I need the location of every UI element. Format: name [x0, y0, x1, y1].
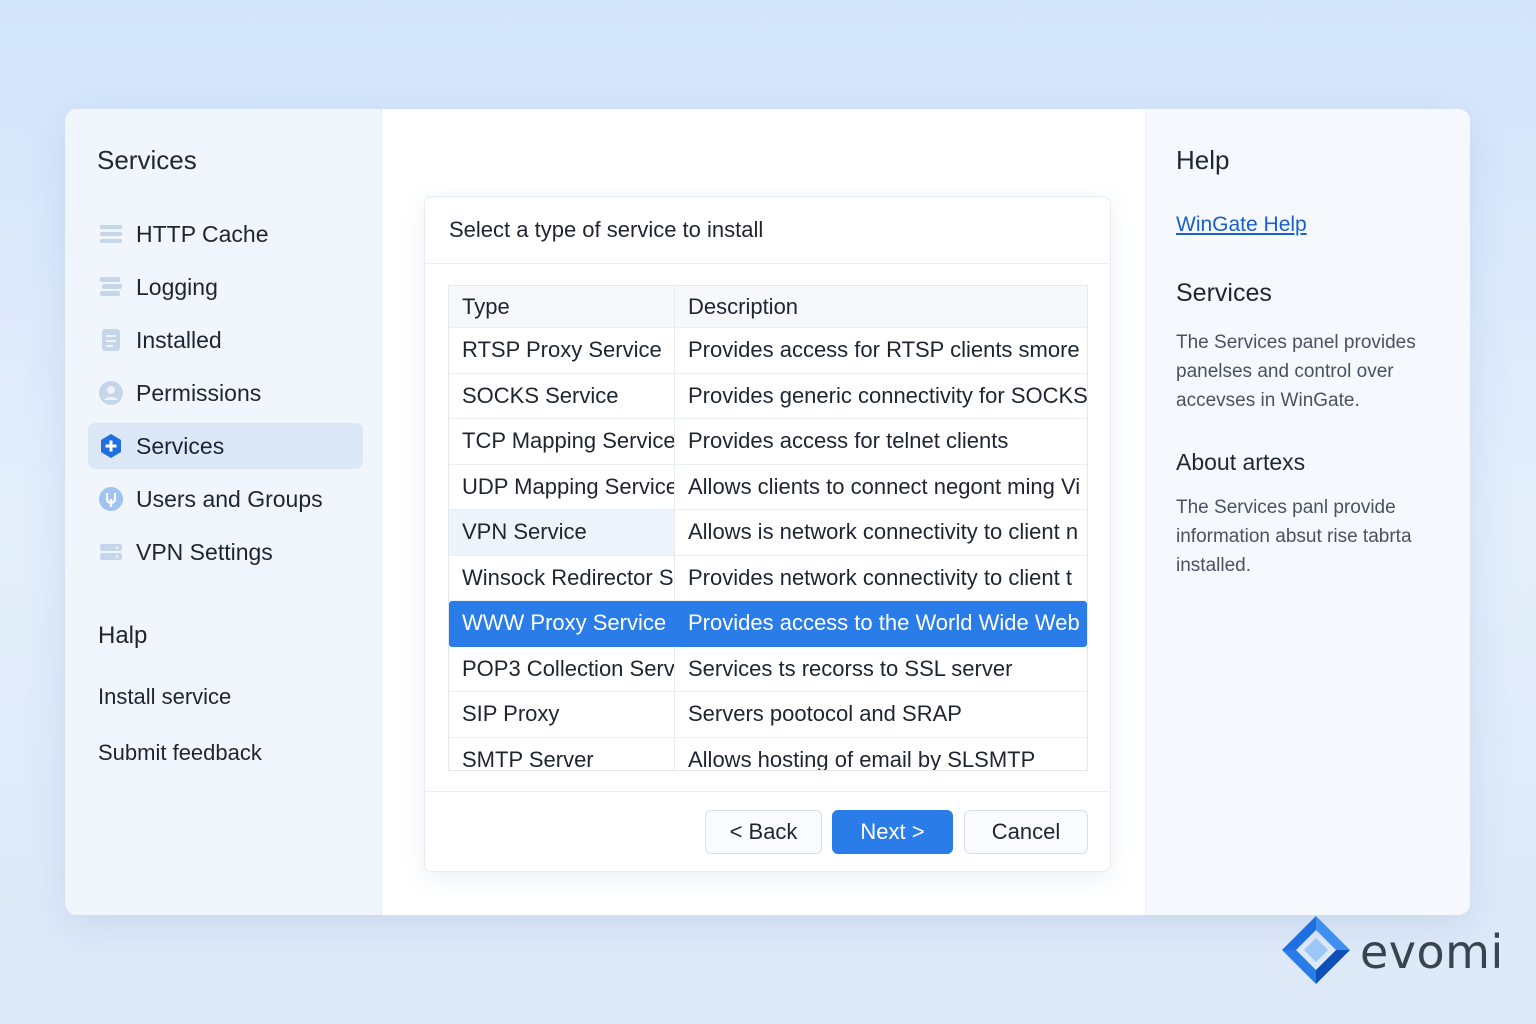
- submit-feedback-link[interactable]: Submit feedback: [98, 740, 262, 796]
- sidebar-item-label: Logging: [136, 273, 218, 300]
- row-type: SIP Proxy: [449, 692, 675, 737]
- back-button[interactable]: < Back: [705, 810, 822, 854]
- sidebar-item-label: VPN Settings: [136, 538, 273, 565]
- row-type: RTSP Proxy Service: [449, 328, 675, 373]
- row-description: Provides access for RTSP clients smore: [688, 337, 1080, 363]
- row-description: Provides access to the World Wide Web u: [688, 610, 1087, 636]
- evomi-logo-icon: [1280, 914, 1352, 991]
- sidebar-item-users-and-groups[interactable]: Users and Groups: [88, 476, 363, 522]
- help-section-services-text: The Services panel provides panelses and…: [1176, 332, 1416, 411]
- row-description: Allows clients to connect negont ming Vi: [688, 473, 1081, 499]
- list-icon: [98, 221, 124, 247]
- help-section-services-title: Services: [1176, 279, 1272, 307]
- next-button[interactable]: Next >: [832, 810, 953, 854]
- table-row[interactable]: RTSP Proxy Service Provides access for R…: [449, 328, 1087, 374]
- row-type: UDP Mapping Service: [449, 464, 675, 509]
- row-description: Servers pootocol and SRAP: [688, 701, 962, 727]
- row-type: POP3 Collection Serv: [449, 646, 675, 691]
- document-icon: [98, 327, 124, 353]
- sidebar-item-logging[interactable]: Logging: [88, 264, 363, 310]
- row-type: Winsock Redirector S.: [449, 555, 675, 600]
- service-type-table: Type Description RTSP Proxy Service Prov…: [448, 285, 1088, 771]
- sidebar-item-permissions[interactable]: Permissions: [88, 370, 363, 416]
- sidebar-item-label: HTTP Cache: [136, 220, 269, 247]
- main-window: Services HTTP Cache Logging Installed Pe…: [65, 109, 1470, 915]
- install-service-dialog: Select a type of service to install Type…: [424, 196, 1111, 872]
- sidebar-item-label: Users and Groups: [136, 485, 323, 512]
- help-section-about-text: The Services panl provide information ab…: [1176, 497, 1412, 576]
- row-type: SMTP Server: [449, 737, 675, 770]
- sidebar-nav: HTTP Cache Logging Installed Permissions: [88, 211, 363, 582]
- vpn-icon: [98, 539, 124, 565]
- row-type: WWW Proxy Service: [449, 601, 675, 646]
- sidebar-item-label: Services: [136, 432, 225, 459]
- sidebar-help-heading: Halp: [98, 622, 148, 649]
- table-row[interactable]: SIP Proxy Servers pootocol and SRAP: [449, 692, 1087, 738]
- column-header-type[interactable]: Type: [449, 286, 675, 327]
- row-type: SOCKS Service: [449, 373, 675, 418]
- dialog-title: Select a type of service to install: [425, 197, 1110, 264]
- table-row-selected[interactable]: WWW Proxy Service Provides access to the…: [449, 601, 1087, 647]
- sidebar-item-installed[interactable]: Installed: [88, 317, 363, 363]
- table-row[interactable]: UDP Mapping Service Allows clients to co…: [449, 464, 1087, 510]
- row-type: VPN Service: [449, 510, 675, 555]
- install-service-link[interactable]: Install service: [98, 684, 262, 740]
- cancel-button[interactable]: Cancel: [964, 810, 1088, 854]
- users-icon: [98, 486, 124, 512]
- services-plus-icon: [98, 433, 124, 459]
- row-description: Allows hosting of email by SLSMTP: [688, 746, 1036, 771]
- help-panel: Help WinGate Help Services The Services …: [1145, 109, 1470, 915]
- sidebar-help-section: Halp Install service Submit feedback: [98, 622, 262, 796]
- sidebar-item-vpn-settings[interactable]: VPN Settings: [88, 529, 363, 575]
- evomi-logo: evomi: [1280, 912, 1510, 992]
- sidebar-item-label: Permissions: [136, 379, 262, 406]
- row-description: Allows is network connectivity to client…: [688, 519, 1079, 545]
- sidebar-item-http-cache[interactable]: HTTP Cache: [88, 211, 363, 257]
- table-row[interactable]: SMTP Server Allows hosting of email by S…: [449, 737, 1087, 771]
- sidebar-title: Services: [97, 145, 197, 175]
- help-panel-title: Help: [1176, 145, 1230, 175]
- user-icon: [98, 380, 124, 406]
- help-section-about-title: About artexs: [1176, 449, 1306, 475]
- column-header-description[interactable]: Description: [675, 286, 1087, 327]
- row-description: Provides network connectivity to client …: [688, 564, 1072, 590]
- table-row[interactable]: TCP Mapping Service Provides access for …: [449, 419, 1087, 465]
- sidebar-item-services[interactable]: Services: [88, 423, 363, 469]
- table-header: Type Description: [449, 286, 1087, 328]
- dialog-footer: < Back Next > Cancel: [425, 791, 1110, 871]
- sidebar: Services HTTP Cache Logging Installed Pe…: [65, 109, 382, 915]
- wingate-help-link[interactable]: WinGate Help: [1176, 213, 1307, 237]
- table-row[interactable]: Winsock Redirector S. Provides network c…: [449, 555, 1087, 601]
- row-description: Provides generic connectivity for SOCKS: [688, 382, 1087, 408]
- row-description: Services ts recorss to SSL server: [688, 655, 1013, 681]
- row-type: TCP Mapping Service: [449, 419, 675, 464]
- log-icon: [98, 274, 124, 300]
- table-row[interactable]: VPN Service Allows is network connectivi…: [449, 510, 1087, 556]
- row-description: Provides access for telnet clients: [688, 428, 1009, 454]
- table-row[interactable]: POP3 Collection Serv Services ts recorss…: [449, 646, 1087, 692]
- table-row[interactable]: SOCKS Service Provides generic connectiv…: [449, 373, 1087, 419]
- sidebar-item-label: Installed: [136, 326, 222, 353]
- evomi-logo-text: evomi: [1360, 925, 1504, 979]
